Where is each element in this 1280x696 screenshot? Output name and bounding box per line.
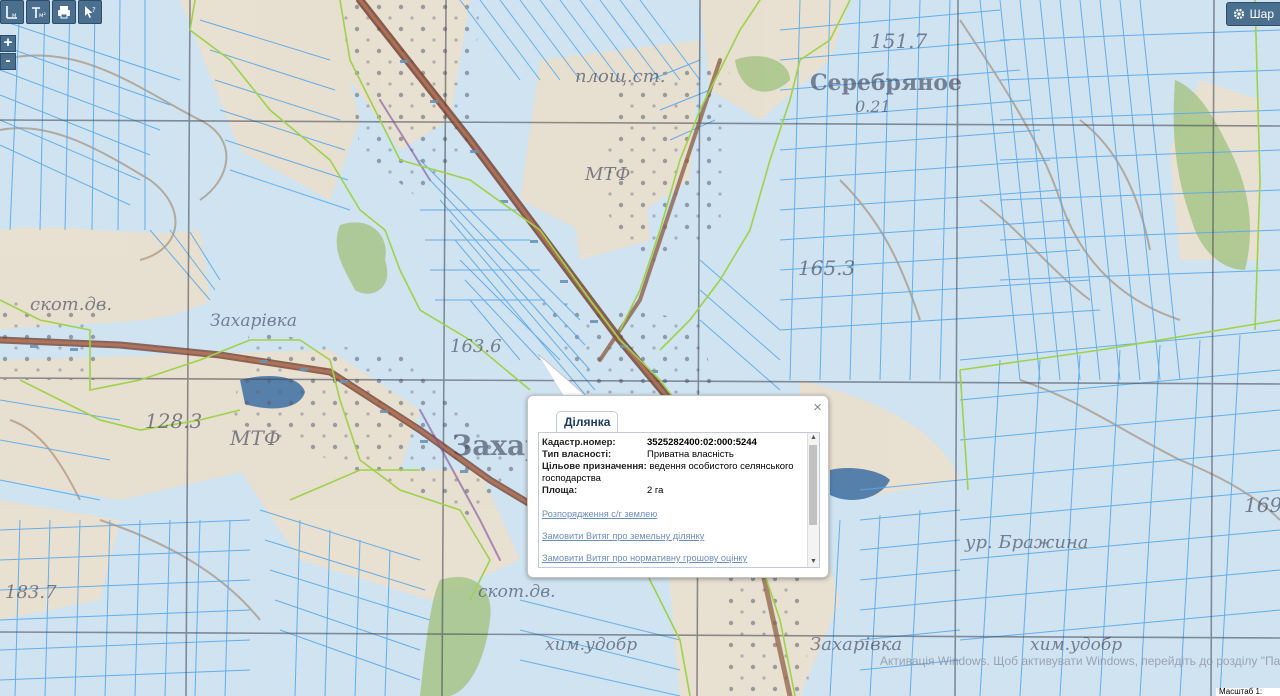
label-169: 169 (1244, 493, 1280, 517)
map-toolbar: м м² ? (0, 0, 102, 24)
parcel-attributes: Кадастр.номер: 3525282400:02:000:5244 Ти… (542, 437, 804, 497)
scroll-thumb[interactable] (809, 445, 817, 525)
identify-button[interactable]: ? (78, 0, 102, 24)
attr-row-ownership: Тип власності: Приватна власність (542, 449, 804, 461)
printer-icon (58, 6, 70, 19)
label-mtf-2: МТФ (229, 426, 280, 450)
svg-text:м: м (12, 12, 17, 19)
zoom-out-button[interactable]: - (0, 53, 16, 70)
layers-button-label: Шар (1249, 7, 1274, 21)
label-plosht: площ.ст. (575, 66, 666, 87)
identify-cursor-icon: ? (85, 6, 96, 18)
attr-key: Кадастр.номер: (542, 437, 616, 448)
svg-text:м²: м² (39, 12, 46, 19)
attr-row-cadastral: Кадастр.номер: 3525282400:02:000:5244 (542, 437, 804, 449)
label-serebryanoe: Серебряное (810, 70, 962, 96)
area-measure-button[interactable]: м² (26, 0, 50, 24)
parcel-popup: × Ділянка Кадастр.номер: 3525282400:02:0… (527, 395, 829, 578)
attr-key: Цільове призначення: (542, 461, 647, 472)
print-button[interactable] (52, 0, 76, 24)
label-elev-128: 128.3 (145, 409, 202, 433)
label-elev-021: 0.21 (855, 97, 891, 116)
label-mtf-1: МТФ (584, 164, 630, 185)
label-khimudobr-1: хим.удобр (545, 635, 637, 655)
zoom-control: + - (0, 35, 16, 70)
area-measure-icon: м² (32, 7, 46, 19)
attr-key: Тип власності: (542, 449, 612, 460)
gear-icon (1233, 8, 1244, 20)
popup-links: Розпорядження с/г землею Замовити Витяг … (542, 509, 747, 567)
label-skotdv: скот.дв. (30, 294, 112, 315)
popup-content[interactable]: Кадастр.номер: 3525282400:02:000:5244 Ти… (538, 432, 820, 568)
tab-parcel[interactable]: Ділянка (556, 411, 619, 433)
label-skotdv-2: скот.дв. (478, 582, 556, 602)
attr-row-purpose: Цільове призначення: ведення особистого … (542, 461, 804, 485)
attr-value-cadastral-number: 3525282400:02:000:5244 (647, 437, 757, 448)
label-elev-183: 183.7 (5, 582, 57, 603)
popup-scrollbar[interactable]: ▲ ▼ (807, 433, 819, 567)
windows-activation-watermark: Активація Windows. Щоб активувати Window… (880, 654, 1280, 668)
zoom-in-button[interactable]: + (0, 35, 16, 52)
scroll-down-icon[interactable]: ▼ (808, 557, 819, 567)
link-order-parcel-extract[interactable]: Замовити Витяг про земельну ділянку (542, 531, 747, 541)
link-order-valuation-extract[interactable]: Замовити Витяг про нормативну грошову оц… (542, 553, 747, 563)
length-measure-icon: м (6, 6, 17, 19)
attr-value-area: 2 га (647, 485, 664, 496)
label-khimudobr-2: хим.удобр (1030, 635, 1122, 655)
layers-button[interactable]: Шар (1225, 2, 1280, 26)
attr-key: Площа: (542, 485, 578, 496)
scroll-up-icon[interactable]: ▲ (808, 433, 819, 443)
length-measure-button[interactable]: м (0, 0, 24, 24)
svg-text:?: ? (92, 6, 96, 14)
link-land-disposal[interactable]: Розпорядження с/г землею (542, 509, 747, 519)
label-zakharivka-2: Захарівка (810, 634, 902, 655)
attr-row-area: Площа: 2 га (542, 485, 804, 497)
label-brazhina: ур. Бражина (964, 532, 1089, 553)
label-elev-151: 151.7 (870, 29, 928, 53)
label-zakharivka-1: Захарівка (210, 311, 297, 331)
popup-pointer (537, 353, 588, 398)
label-elev-165: 165.3 (798, 256, 855, 280)
cadastral-map[interactable]: Серебряное 151.7 0.21 165.3 163.6 128.3 … (0, 0, 1280, 696)
attr-value-ownership: Приватна власність (647, 449, 734, 460)
label-elev-163: 163.6 (450, 336, 502, 357)
scale-indicator: Масштаб 1: (1216, 688, 1280, 696)
popup-close-button[interactable]: × (813, 399, 822, 416)
